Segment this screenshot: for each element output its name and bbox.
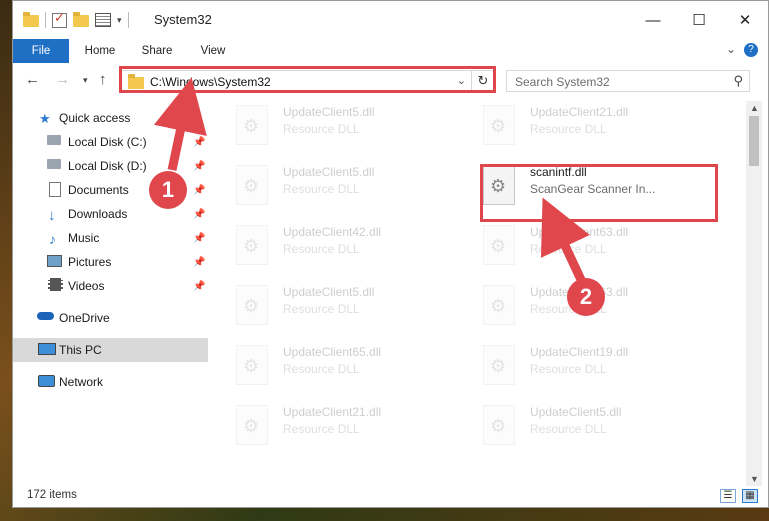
- arrow-to-file: [540, 197, 590, 286]
- step-2-badge: 2: [567, 278, 605, 316]
- annotation-arrows: [153, 77, 590, 286]
- arrow-to-address-bar: [153, 77, 207, 171]
- step-1-badge: 1: [149, 171, 187, 209]
